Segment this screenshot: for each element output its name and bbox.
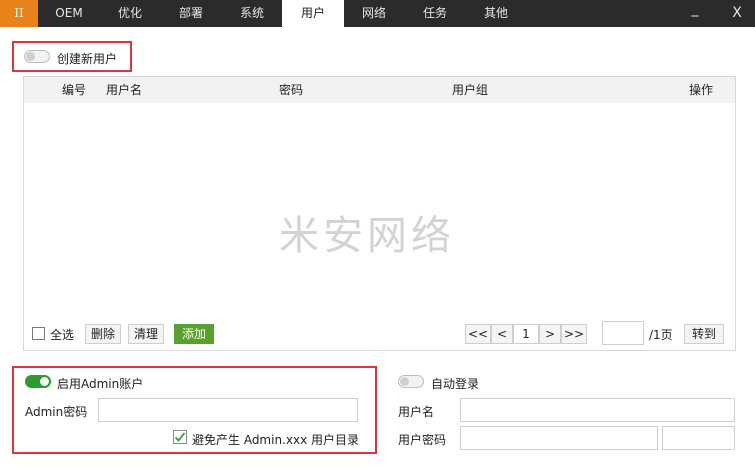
- goto-button[interactable]: 转到: [684, 324, 724, 344]
- autologin-password-input[interactable]: [460, 426, 658, 450]
- current-page[interactable]: 1: [513, 324, 539, 344]
- last-page-button[interactable]: >>: [561, 324, 587, 344]
- watermark: 米安网络: [279, 213, 455, 259]
- add-button[interactable]: 添加: [174, 324, 214, 344]
- tab-oem[interactable]: OEM: [38, 0, 100, 27]
- tab-bar: II OEM 优化 部署 系统 用户 网络 任务 其他 _ X: [0, 0, 755, 27]
- minimize-button[interactable]: _: [680, 0, 710, 23]
- create-user-toggle[interactable]: [24, 50, 50, 63]
- table-header: 编号 用户名 密码 用户组 操作: [24, 77, 735, 103]
- users-table: 编号 用户名 密码 用户组 操作 米安网络 全选 删除 清理 添加 << < 1…: [23, 76, 736, 351]
- admin-password-label: Admin密码: [25, 405, 88, 419]
- avoid-admin-dir-label: 避免产生 Admin.xxx 用户目录: [192, 433, 359, 447]
- toggle-knob: [400, 377, 409, 386]
- tab-users[interactable]: 用户: [282, 0, 344, 27]
- tab-network[interactable]: 网络: [344, 0, 404, 27]
- autologin-toggle[interactable]: [398, 375, 424, 388]
- column-username: 用户名: [106, 83, 143, 97]
- tab-optimize[interactable]: 优化: [100, 0, 160, 27]
- column-password: 密码: [279, 83, 304, 97]
- column-group: 用户组: [452, 83, 489, 97]
- first-page-button[interactable]: <<: [465, 324, 491, 344]
- column-actions: 操作: [689, 83, 714, 97]
- autologin-password-confirm-input[interactable]: [662, 426, 735, 450]
- admin-toggle[interactable]: [25, 375, 51, 388]
- admin-toggle-label: 启用Admin账户: [57, 377, 144, 391]
- autologin-label: 自动登录: [431, 377, 480, 391]
- checkmark-icon: [174, 432, 186, 442]
- clear-button[interactable]: 清理: [128, 324, 164, 344]
- autologin-username-label: 用户名: [398, 405, 435, 419]
- select-all-checkbox[interactable]: [32, 327, 45, 340]
- tab-deploy[interactable]: 部署: [160, 0, 222, 27]
- tab-pause[interactable]: II: [0, 0, 38, 27]
- page-number-input[interactable]: [602, 321, 644, 345]
- tab-other[interactable]: 其他: [466, 0, 526, 27]
- close-button[interactable]: X: [722, 0, 752, 27]
- total-pages-label: /1页: [649, 328, 673, 342]
- create-user-label: 创建新用户: [57, 52, 118, 66]
- column-id: 编号: [62, 83, 87, 97]
- next-page-button[interactable]: >: [539, 324, 561, 344]
- autologin-username-input[interactable]: [460, 398, 735, 422]
- prev-page-button[interactable]: <: [491, 324, 513, 344]
- avoid-admin-dir-checkbox[interactable]: [173, 430, 187, 444]
- delete-button[interactable]: 删除: [85, 324, 121, 344]
- toggle-knob: [40, 377, 49, 386]
- tab-system[interactable]: 系统: [222, 0, 282, 27]
- select-all-label: 全选: [50, 328, 75, 342]
- app-window: II OEM 优化 部署 系统 用户 网络 任务 其他 _ X 创建新用户 编号…: [0, 0, 755, 472]
- tab-tasks[interactable]: 任务: [404, 0, 466, 27]
- autologin-password-label: 用户密码: [398, 433, 447, 447]
- admin-password-input[interactable]: [98, 398, 358, 422]
- toggle-knob: [26, 52, 35, 61]
